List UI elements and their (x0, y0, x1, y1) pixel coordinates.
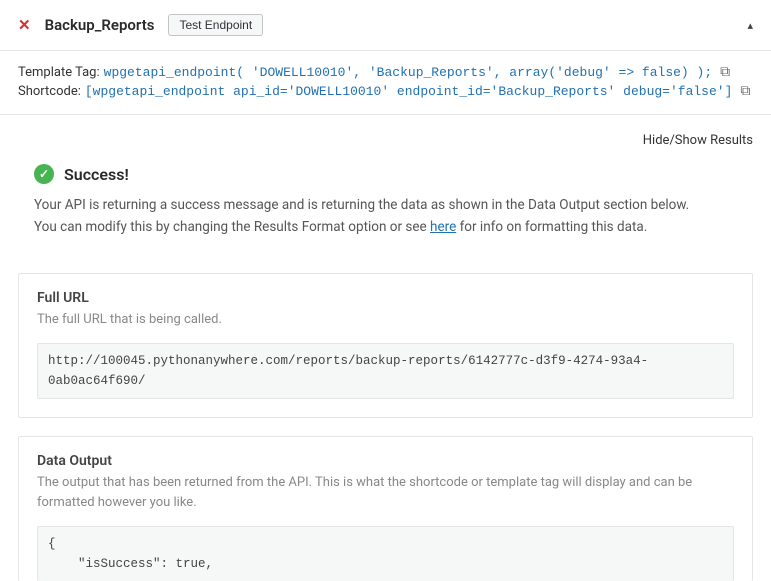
data-output-subtitle: The output that has been returned from t… (37, 473, 734, 512)
check-circle-icon: ✓ (34, 164, 54, 184)
full-url-title: Full URL (37, 290, 734, 306)
endpoint-header: ✕ Backup_Reports Test Endpoint ▴ (0, 0, 771, 51)
template-tag-code: wpgetapi_endpoint( 'DOWELL10010', 'Backu… (104, 65, 713, 80)
success-line1: Your API is returning a success message … (34, 197, 689, 213)
full-url-subtitle: The full URL that is being called. (37, 310, 734, 330)
success-header: ✓ Success! (34, 164, 737, 184)
shortcode-row: Shortcode: [wpgetapi_endpoint api_id='DO… (18, 83, 753, 99)
success-line2-before: You can modify this by changing the Resu… (34, 219, 430, 235)
success-line2-after: for info on formatting this data. (456, 219, 647, 235)
close-icon[interactable]: ✕ (18, 16, 31, 34)
success-title: Success! (64, 165, 129, 184)
endpoint-title: Backup_Reports (45, 16, 155, 34)
success-block: ✓ Success! Your API is returning a succe… (0, 154, 771, 261)
full-url-card: Full URL The full URL that is being call… (18, 273, 753, 419)
test-endpoint-button[interactable]: Test Endpoint (168, 14, 263, 36)
shortcode-label: Shortcode: (18, 84, 81, 99)
data-output-card: Data Output The output that has been ret… (18, 436, 753, 581)
shortcode-code: [wpgetapi_endpoint api_id='DOWELL10010' … (85, 84, 733, 99)
template-tag-row: Template Tag: wpgetapi_endpoint( 'DOWELL… (18, 64, 753, 80)
template-tag-label: Template Tag: (18, 65, 100, 80)
copy-shortcode-icon[interactable]: ⧉ (740, 83, 750, 99)
full-url-value: http://100045.pythonanywhere.com/reports… (37, 343, 734, 399)
data-output-content: { "isSuccess": true, (37, 526, 734, 581)
tags-block: Template Tag: wpgetapi_endpoint( 'DOWELL… (0, 51, 771, 115)
hide-show-results-link[interactable]: Hide/Show Results (0, 115, 771, 154)
copy-template-icon[interactable]: ⧉ (720, 64, 730, 80)
data-output-title: Data Output (37, 453, 734, 469)
collapse-toggle-icon[interactable]: ▴ (747, 19, 753, 32)
here-link[interactable]: here (430, 219, 456, 235)
success-description: Your API is returning a success message … (34, 194, 737, 239)
